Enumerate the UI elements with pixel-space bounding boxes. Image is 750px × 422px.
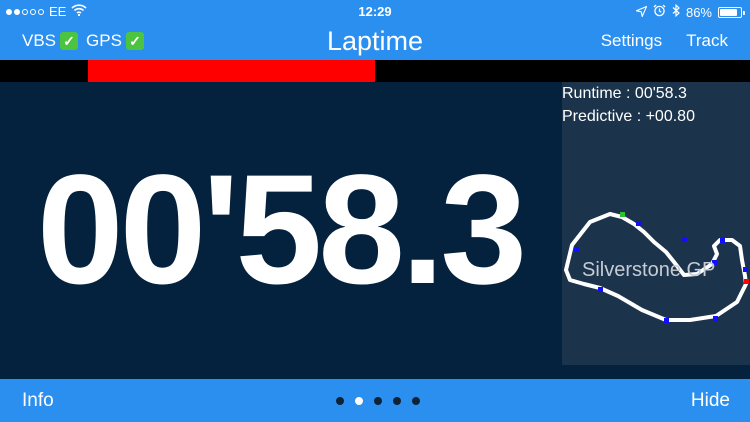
location-arrow-icon bbox=[634, 4, 648, 20]
sector-marker bbox=[743, 267, 748, 272]
page-indicator[interactable] bbox=[336, 397, 420, 405]
sector-marker bbox=[682, 237, 687, 242]
sector-marker bbox=[713, 316, 718, 321]
page-dot[interactable] bbox=[336, 397, 344, 405]
settings-button[interactable]: Settings bbox=[601, 31, 662, 51]
track-name: Silverstone GP bbox=[582, 259, 716, 281]
sector-marker bbox=[720, 238, 725, 243]
battery-level bbox=[720, 8, 738, 16]
battery-percentage: 86% bbox=[685, 4, 712, 20]
battery-icon bbox=[718, 6, 745, 18]
start-marker bbox=[620, 212, 625, 217]
info-button[interactable]: Info bbox=[22, 390, 54, 412]
runtime-label: Runtime : 00'58.3 bbox=[562, 85, 687, 102]
delta-bar bbox=[87, 60, 375, 82]
track-button[interactable]: Track bbox=[686, 31, 728, 51]
bluetooth-icon bbox=[672, 3, 680, 20]
sector-marker bbox=[574, 247, 579, 252]
bottom-bar: Info Hide bbox=[0, 379, 750, 422]
predictive-label: Predictive : +00.80 bbox=[562, 108, 695, 125]
sector-marker bbox=[636, 221, 641, 226]
status-bar: EE 12:29 86% bbox=[0, 0, 750, 24]
page-dot[interactable] bbox=[374, 397, 382, 405]
main-display: 00'58.3 Runtime : 00'58.3 Predictive : +… bbox=[0, 82, 750, 379]
battery-nub bbox=[743, 10, 745, 15]
hide-button[interactable]: Hide bbox=[691, 390, 730, 412]
nav-bar: VBS ✓ GPS ✓ Laptime Settings Track bbox=[0, 24, 750, 60]
page-dot[interactable] bbox=[412, 397, 420, 405]
alarm-clock-icon bbox=[653, 4, 666, 20]
page-dot[interactable] bbox=[355, 397, 363, 405]
page-dot[interactable] bbox=[393, 397, 401, 405]
status-right: 86% bbox=[634, 3, 745, 20]
nav-actions: Settings Track bbox=[601, 31, 728, 51]
sector-marker bbox=[598, 287, 603, 292]
side-panel: Runtime : 00'58.3 Predictive : +00.80 Si… bbox=[562, 82, 750, 365]
delta-strip bbox=[0, 60, 750, 82]
sector-marker bbox=[664, 318, 669, 323]
finish-marker bbox=[744, 279, 749, 284]
lap-time-display: 00'58.3 bbox=[36, 143, 527, 317]
